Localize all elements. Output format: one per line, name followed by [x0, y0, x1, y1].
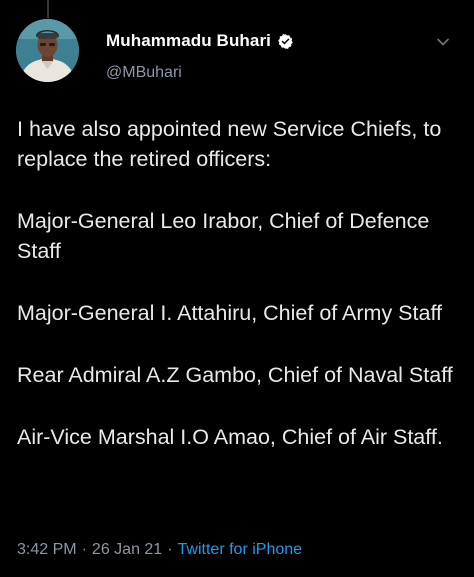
tweet-source-link[interactable]: Twitter for iPhone	[178, 541, 303, 558]
meta-separator: ·	[81, 541, 87, 558]
thread-connector-line	[47, 0, 49, 18]
tweet-paragraph: Air-Vice Marshal I.O Amao, Chief of Air …	[17, 425, 443, 449]
tweet-paragraph: Major-General Leo Irabor, Chief of Defen…	[17, 209, 430, 263]
verified-badge-icon	[277, 33, 294, 50]
tweet-header: Muhammadu Buhari @MBuhari	[106, 30, 446, 82]
avatar[interactable]	[16, 19, 79, 82]
tweet-paragraph: I have also appointed new Service Chiefs…	[17, 117, 442, 171]
meta-separator: ·	[167, 541, 173, 558]
tweet-paragraph: Rear Admiral A.Z Gambo, Chief of Naval S…	[17, 363, 453, 387]
tweet-date[interactable]: 26 Jan 21	[92, 541, 162, 558]
tweet-meta: 3:42 PM · 26 Jan 21 · Twitter for iPhone	[17, 541, 302, 559]
author-row: Muhammadu Buhari	[106, 30, 446, 52]
profile-photo-icon	[16, 19, 79, 82]
chevron-down-icon[interactable]	[435, 34, 451, 50]
author-name[interactable]: Muhammadu Buhari	[106, 31, 271, 51]
author-handle[interactable]: @MBuhari	[106, 64, 446, 82]
tweet-text: I have also appointed new Service Chiefs…	[17, 114, 457, 452]
tweet-time[interactable]: 3:42 PM	[17, 541, 77, 558]
tweet-paragraph: Major-General I. Attahiru, Chief of Army…	[17, 301, 443, 325]
